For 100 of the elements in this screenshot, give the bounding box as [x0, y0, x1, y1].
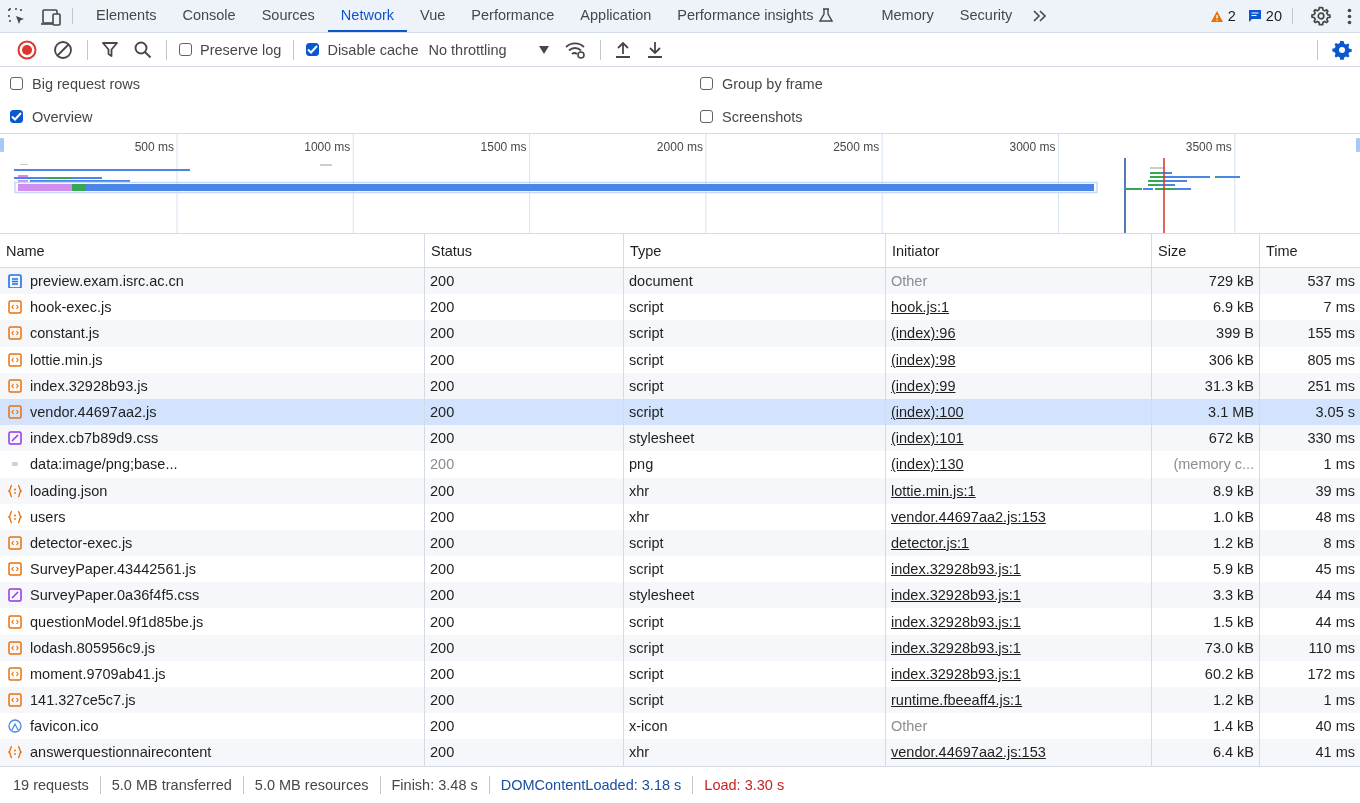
initiator-link[interactable]: detector.js:1: [891, 534, 970, 551]
initiator-link[interactable]: lottie.min.js:1: [891, 482, 976, 499]
device-toolbar-icon[interactable]: [40, 6, 61, 26]
upload-icon[interactable]: [614, 41, 631, 58]
tick-label: 1000 ms: [304, 140, 351, 154]
time-value: 48 ms: [1315, 508, 1355, 525]
tab[interactable]: Elements: [83, 0, 170, 32]
column-header[interactable]: Initiator: [892, 242, 940, 259]
request-row[interactable]: lodash.805956c9.js 200 script index.32928b93.js:1 73.0 kB 110 ms: [0, 634, 1360, 661]
inspect-icon[interactable]: [7, 6, 26, 26]
initiator-link[interactable]: index.32928b93.js:1: [891, 639, 1021, 656]
checkbox[interactable]: [700, 77, 713, 90]
setting-checkbox[interactable]: Screenshots: [700, 100, 803, 133]
search-icon[interactable]: [134, 40, 152, 59]
setting-checkbox[interactable]: Overview: [10, 100, 93, 133]
script-icon: [8, 640, 22, 655]
status-code: 200: [430, 482, 455, 499]
size-value: (memory c...: [1173, 456, 1254, 473]
script-icon: [8, 614, 22, 629]
request-type: script: [629, 299, 664, 316]
file-name: lodash.805956c9.js: [30, 639, 155, 656]
script-icon: [8, 352, 22, 367]
tab[interactable]: Application: [567, 0, 665, 32]
file-name: index.cb7b89d9.css: [30, 430, 159, 447]
initiator-link[interactable]: (index):99: [891, 377, 956, 394]
tab[interactable]: Network: [327, 0, 408, 32]
column-header[interactable]: Size: [1158, 242, 1187, 259]
initiator-link[interactable]: vendor.44697aa2.js:153: [891, 744, 1046, 761]
download-icon[interactable]: [646, 41, 663, 58]
request-type: script: [629, 404, 664, 421]
network-conditions-icon[interactable]: [564, 40, 586, 59]
range-handle[interactable]: [0, 138, 4, 152]
tab[interactable]: Performance: [458, 0, 568, 32]
throttling-dropdown[interactable]: No throttling: [424, 41, 557, 58]
disable-cache-checkbox[interactable]: Disable cache: [300, 41, 425, 58]
settings-icon[interactable]: [1332, 39, 1352, 60]
checkbox[interactable]: [700, 110, 713, 123]
initiator-link[interactable]: hook.js:1: [891, 299, 950, 316]
request-row[interactable]: preview.exam.isrc.ac.cn 200 document Other 729 kB 537 ms: [0, 268, 1360, 295]
request-row[interactable]: constant.js 200 script (index):96 399 B 155 ms: [0, 320, 1360, 347]
tab[interactable]: Sources: [248, 0, 328, 32]
range-handle[interactable]: [1356, 138, 1360, 152]
initiator-link[interactable]: (index):96: [891, 325, 956, 342]
message-icon: [1247, 9, 1262, 23]
checkbox[interactable]: [10, 110, 23, 123]
request-row[interactable]: vendor.44697aa2.js 200 script (index):100 3.1 MB 3.05 s: [0, 398, 1360, 426]
request-row[interactable]: data:image/png;base... 200 png (index):130 (memory c... 1 ms: [0, 451, 1360, 478]
request-row[interactable]: index.cb7b89d9.css 200 stylesheet (index):101 672 kB 330 ms: [0, 425, 1360, 452]
request-type: xhr: [629, 482, 650, 499]
initiator-link[interactable]: runtime.fbeeaff4.js:1: [891, 692, 1023, 709]
initiator-link[interactable]: (index):101: [891, 430, 964, 447]
request-row[interactable]: users 200 xhr vendor.44697aa2.js:153 1.0 kB 48 ms: [0, 503, 1360, 530]
more-icon[interactable]: [1347, 7, 1352, 25]
file-name: users: [30, 508, 66, 525]
initiator-link[interactable]: index.32928b93.js:1: [891, 665, 1021, 682]
preserve-log-checkbox[interactable]: Preserve log: [173, 41, 288, 58]
tab[interactable]: Security: [946, 0, 1026, 32]
tab[interactable]: Performance insights: [664, 0, 869, 32]
setting-checkbox[interactable]: Group by frame: [700, 67, 823, 100]
initiator-link[interactable]: vendor.44697aa2.js:153: [891, 508, 1046, 525]
request-row[interactable]: 141.327ce5c7.js 200 script runtime.fbeeaff4.js:1 1.2 kB 1 ms: [0, 687, 1360, 714]
request-row[interactable]: detector-exec.js 200 script detector.js:1 1.2 kB 8 ms: [0, 529, 1360, 557]
tab[interactable]: Console: [169, 0, 249, 32]
column-header[interactable]: Name: [6, 242, 45, 259]
clear-icon[interactable]: [53, 39, 73, 60]
column-header[interactable]: Time: [1266, 242, 1298, 259]
tick-label: 1500 ms: [480, 140, 527, 154]
tab[interactable]: Vue: [407, 0, 459, 32]
warning-counter[interactable]: 2: [1203, 0, 1242, 32]
filter-icon[interactable]: [102, 41, 118, 58]
tab[interactable]: Memory: [868, 0, 947, 32]
checkbox[interactable]: [306, 43, 320, 56]
column-header[interactable]: Status: [431, 242, 473, 259]
script-icon: [8, 562, 22, 577]
request-row[interactable]: lottie.min.js 200 script (index):98 306 kB 805 ms: [0, 346, 1360, 373]
initiator-link[interactable]: (index):100: [891, 404, 964, 421]
checkbox[interactable]: [10, 77, 23, 90]
status-code: 200: [430, 430, 455, 447]
initiator-link[interactable]: index.32928b93.js:1: [891, 561, 1021, 578]
settings-icon[interactable]: [1311, 6, 1331, 26]
request-row[interactable]: questionModel.9f1d85be.js 200 script index.32928b93.js:1 1.5 kB 44 ms: [0, 608, 1360, 635]
summary-text: 19 requests: [2, 776, 101, 794]
initiator-link[interactable]: (index):130: [891, 456, 964, 473]
request-row[interactable]: index.32928b93.js 200 script (index):99 31.3 kB 251 ms: [0, 372, 1360, 399]
stop-recording-icon[interactable]: [17, 39, 37, 60]
initiator-link[interactable]: index.32928b93.js:1: [891, 613, 1021, 630]
initiator-link[interactable]: index.32928b93.js:1: [891, 587, 1021, 604]
initiator-link[interactable]: (index):98: [891, 351, 956, 368]
setting-checkbox[interactable]: Big request rows: [10, 67, 140, 100]
chevrons-icon[interactable]: [1032, 9, 1048, 23]
script-icon: [8, 693, 22, 708]
status-code: 200: [430, 299, 455, 316]
checkbox[interactable]: [179, 43, 192, 56]
message-counter[interactable]: 20: [1241, 0, 1288, 32]
request-row[interactable]: SurveyPaper.0a36f4f5.css 200 stylesheet index.32928b93.js:1 3.3 kB 44 ms: [0, 582, 1360, 609]
script-icon: [8, 378, 22, 393]
stylesheet-icon: [8, 431, 22, 446]
column-header[interactable]: Type: [630, 242, 662, 259]
request-row[interactable]: answerquestionnairecontent 200 xhr vendor.44697aa2.js:153 6.4 kB 41 ms: [0, 739, 1360, 766]
request-row[interactable]: loading.json 200 xhr lottie.min.js:1 8.9 kB 39 ms: [0, 477, 1360, 504]
